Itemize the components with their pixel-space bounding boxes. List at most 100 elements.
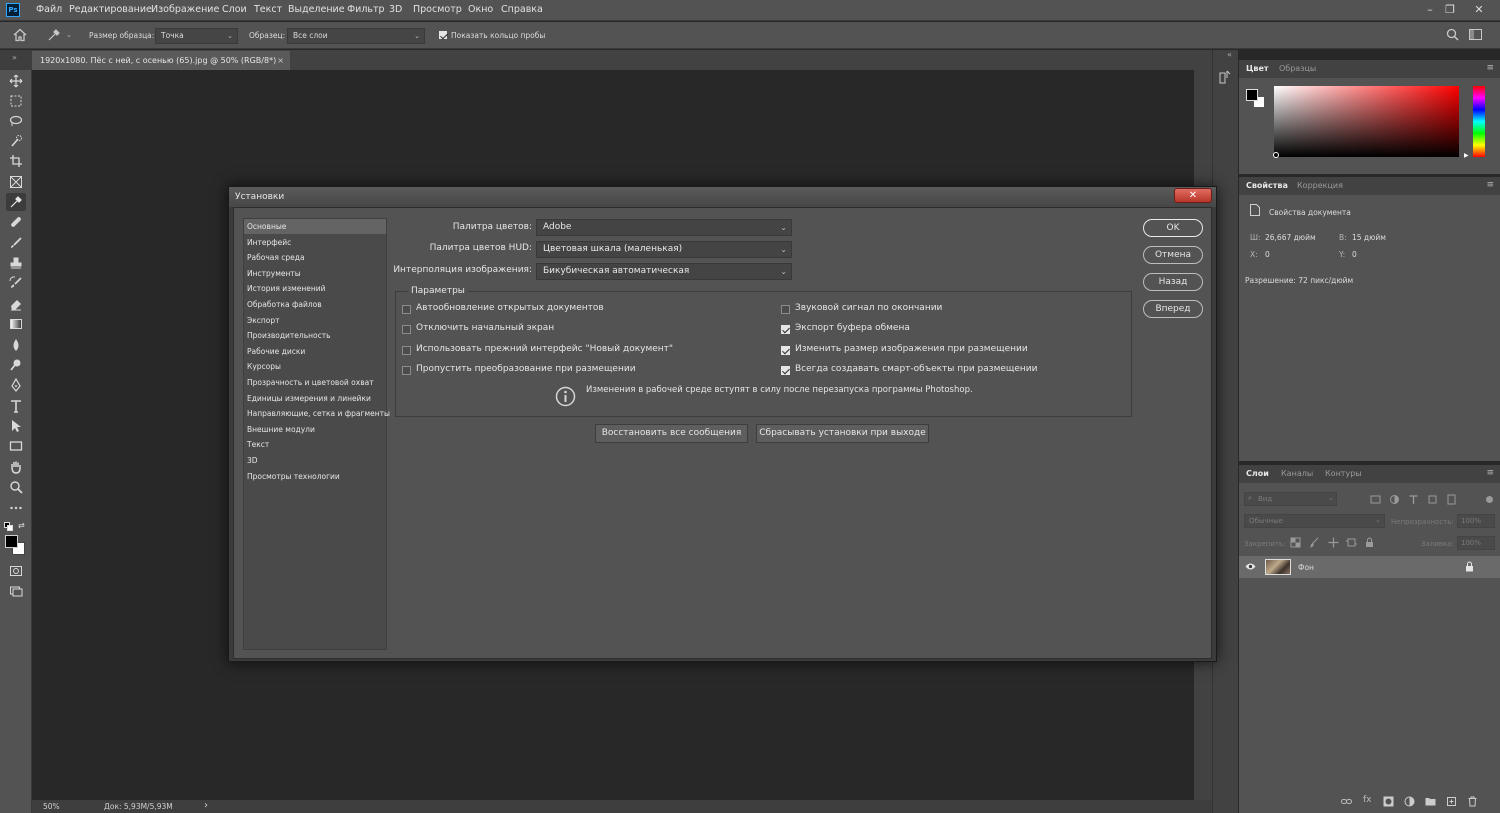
panel-menu-icon[interactable]: ≡ (1486, 63, 1494, 73)
color-picker-select[interactable]: Adobe ⌄ (536, 219, 792, 236)
minimize-button[interactable]: – (1420, 2, 1440, 18)
menu-help[interactable]: Справка (501, 4, 543, 15)
ok-button[interactable]: OK (1143, 219, 1203, 237)
tab-color[interactable]: Цвет (1246, 64, 1269, 73)
y-value[interactable]: 0 (1352, 250, 1357, 259)
x-value[interactable]: 0 (1265, 250, 1270, 259)
zoom-level[interactable]: 50% (43, 802, 60, 811)
nav-item-scratch-disks[interactable]: Рабочие диски (244, 344, 386, 359)
dodge-tool-icon[interactable] (6, 356, 26, 374)
hue-slider[interactable] (1473, 86, 1485, 157)
color-picker-marker[interactable] (1273, 152, 1279, 158)
resize-on-place-checkbox[interactable] (781, 346, 790, 355)
filter-toggle-icon[interactable] (1484, 494, 1495, 505)
eyedropper-tool-icon[interactable] (6, 193, 26, 211)
marquee-tool-icon[interactable] (6, 92, 26, 110)
foreground-color-swatch[interactable] (5, 535, 18, 548)
smart-objects-label[interactable]: Всегда создавать смарт-объекты при разме… (795, 364, 1038, 374)
layer-style-icon[interactable]: fx (1363, 795, 1372, 805)
nav-item-file-handling[interactable]: Обработка файлов (244, 297, 386, 312)
nav-item-guides[interactable]: Направляющие, сетка и фрагменты (244, 406, 390, 421)
zoom-tool-icon[interactable] (6, 478, 26, 496)
brush-tool-icon[interactable] (6, 234, 26, 252)
menu-filter[interactable]: Фильтр (347, 4, 385, 15)
back-button[interactable]: Назад (1143, 273, 1203, 291)
lock-position-icon[interactable] (1328, 537, 1339, 548)
screen-mode-icon[interactable] (6, 582, 26, 600)
lock-pixels-icon[interactable] (1309, 537, 1320, 548)
pen-tool-icon[interactable] (6, 376, 26, 394)
menu-file[interactable]: Файл (36, 4, 62, 15)
hue-slider-handle-icon[interactable]: ▶ (1464, 152, 1469, 159)
tab-layers[interactable]: Слои (1246, 469, 1269, 478)
frame-tool-icon[interactable] (6, 173, 26, 191)
type-tool-icon[interactable] (6, 397, 26, 415)
lock-transparent-icon[interactable] (1290, 537, 1301, 548)
nav-item-performance[interactable]: Производительность (244, 328, 386, 343)
layer-filter-select[interactable]: ⌕ Вид ⌄ (1244, 492, 1337, 506)
tab-properties[interactable]: Свойства (1246, 181, 1288, 190)
stamp-tool-icon[interactable] (6, 254, 26, 272)
crop-tool-icon[interactable] (6, 152, 26, 170)
quick-selection-tool-icon[interactable] (6, 132, 26, 150)
nav-item-export[interactable]: Экспорт (244, 313, 386, 328)
menu-select[interactable]: Выделение (288, 4, 345, 15)
nav-item-transparency[interactable]: Прозрачность и цветовой охват (244, 375, 386, 390)
hand-tool-icon[interactable] (6, 458, 26, 476)
eraser-tool-icon[interactable] (6, 295, 26, 313)
filter-image-icon[interactable] (1370, 494, 1381, 505)
skip-transform-label[interactable]: Пропустить преобразование при размещении (416, 364, 636, 374)
sample-size-select[interactable]: Точка ⌄ (155, 28, 238, 44)
nav-item-tech-previews[interactable]: Просмотры технологии (244, 469, 386, 484)
nav-item-interface[interactable]: Интерфейс (244, 235, 386, 250)
legacy-new-document-label[interactable]: Использовать прежний интерфейс "Новый до… (416, 344, 673, 354)
history-brush-tool-icon[interactable] (6, 274, 26, 292)
nav-item-general[interactable]: Основные (244, 219, 386, 234)
document-tab[interactable]: 1920x1080. Пёс с ней, с осенью (65).jpg … (32, 51, 290, 70)
smart-objects-checkbox[interactable] (781, 366, 790, 375)
nav-item-cursors[interactable]: Курсоры (244, 359, 386, 374)
nav-item-units[interactable]: Единицы измерения и линейки (244, 391, 386, 406)
nav-item-plugins[interactable]: Внешние модули (244, 422, 386, 437)
export-clipboard-label[interactable]: Экспорт буфера обмена (795, 323, 910, 333)
panel-menu-icon[interactable]: ≡ (1486, 468, 1494, 478)
layer-row[interactable]: Фон (1239, 556, 1500, 578)
search-icon[interactable] (1446, 28, 1459, 41)
rectangle-tool-icon[interactable] (6, 437, 26, 455)
adjustment-layer-icon[interactable] (1404, 796, 1415, 807)
trash-icon[interactable] (1467, 796, 1478, 807)
workspace-icon[interactable] (1469, 29, 1482, 40)
menu-edit[interactable]: Редактирование (69, 4, 152, 15)
dialog-close-button[interactable]: ✕ (1174, 188, 1212, 203)
gradient-tool-icon[interactable] (6, 315, 26, 333)
eyedropper-tool-preset-icon[interactable] (47, 28, 61, 42)
color-spectrum-field[interactable] (1274, 86, 1459, 157)
show-ring-checkbox[interactable] (439, 31, 447, 39)
restore-messages-button[interactable]: Восстановить все сообщения (595, 424, 748, 443)
lasso-tool-icon[interactable] (6, 112, 26, 130)
beep-when-done-label[interactable]: Звуковой сигнал по окончании (795, 303, 942, 313)
cancel-button[interactable]: Отмена (1143, 246, 1203, 264)
dialog-title-bar[interactable]: Установки ✕ (229, 187, 1216, 207)
default-colors-icon[interactable] (4, 522, 13, 531)
auto-update-checkbox[interactable] (402, 305, 411, 314)
home-icon[interactable] (13, 28, 27, 42)
more-tools-icon[interactable] (6, 499, 26, 517)
history-panel-icon[interactable] (1219, 70, 1232, 84)
menu-layers[interactable]: Слои (222, 4, 247, 15)
menu-3d[interactable]: 3D (389, 4, 402, 15)
height-value[interactable]: 15 дюйм (1352, 233, 1386, 242)
restore-button[interactable]: ❐ (1440, 2, 1460, 18)
disable-home-screen-label[interactable]: Отключить начальный экран (416, 323, 554, 333)
reset-on-exit-button[interactable]: Сбрасывать установки при выходе (756, 424, 929, 443)
expand-panels-icon[interactable]: « (1227, 50, 1232, 59)
blur-tool-icon[interactable] (6, 336, 26, 354)
resize-on-place-label[interactable]: Изменить размер изображения при размещен… (795, 344, 1028, 354)
path-selection-tool-icon[interactable] (6, 417, 26, 435)
filter-type-icon[interactable] (1408, 494, 1419, 505)
blend-mode-select[interactable]: Обычные ⌄ (1244, 514, 1385, 528)
lock-all-icon[interactable] (1364, 537, 1375, 548)
auto-update-label[interactable]: Автообновление открытых документов (416, 303, 604, 313)
nav-item-history[interactable]: История изменений (244, 281, 386, 296)
layer-name[interactable]: Фон (1298, 563, 1314, 572)
